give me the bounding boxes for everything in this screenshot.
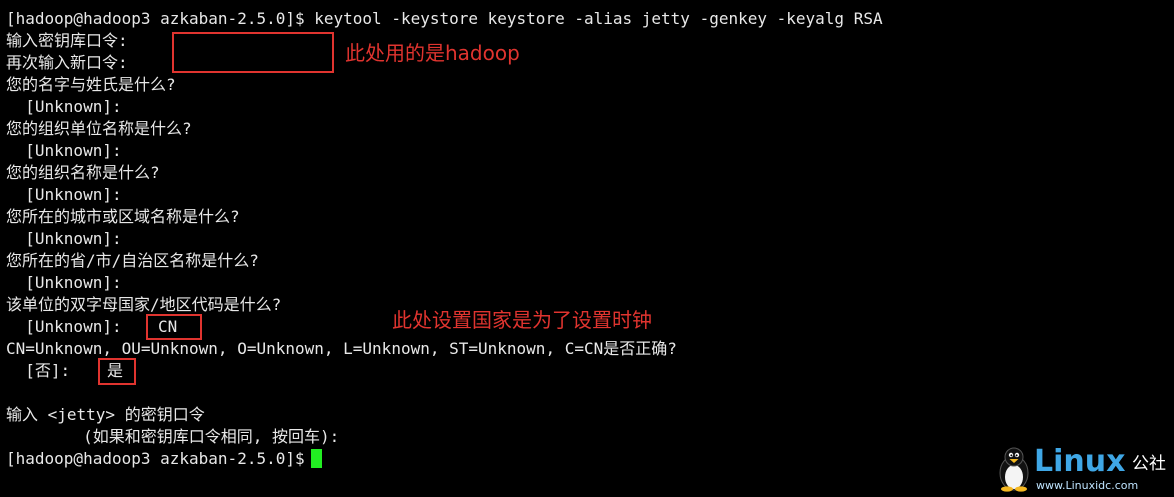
- country-annotation: 此处设置国家是为了设置时钟: [392, 308, 652, 332]
- terminal-line-province-prompt: 您所在的省/市/自治区名称是什么?: [6, 251, 259, 270]
- watermark-suffix-text: 公社: [1132, 454, 1166, 474]
- password-annotation: 此处用的是hadoop: [345, 41, 520, 65]
- terminal-line-unknown: [Unknown]:: [6, 185, 122, 204]
- country-code-highlight-box: [146, 314, 202, 340]
- terminal-window[interactable]: [hadoop@hadoop3 azkaban-2.5.0]$ keytool …: [0, 0, 1174, 497]
- confirm-highlight-box: [98, 358, 136, 385]
- watermark-logo: Linux 公社 www.Linuxidc.com: [994, 446, 1170, 494]
- terminal-line-unknown: [Unknown]:: [6, 273, 122, 292]
- terminal-line-reenter-password: 再次输入新口令:: [6, 53, 128, 72]
- shell-prompt: [hadoop@hadoop3 azkaban-2.5.0]$: [6, 449, 305, 468]
- watermark-url: www.Linuxidc.com: [1036, 479, 1139, 492]
- terminal-line-prompt[interactable]: [hadoop@hadoop3 azkaban-2.5.0]$: [6, 448, 322, 470]
- terminal-line-keystore-password: 输入密钥库口令:: [6, 31, 128, 50]
- terminal-line-key-password: 输入 <jetty> 的密钥口令: [6, 405, 205, 424]
- terminal-line-confirm-default: [否]:: [6, 361, 71, 380]
- terminal-line-org-prompt: 您的组织名称是什么?: [6, 163, 160, 182]
- terminal-line-name-prompt: 您的名字与姓氏是什么?: [6, 75, 176, 94]
- watermark-linux-text: Linux: [1034, 444, 1126, 479]
- password-highlight-box: [172, 32, 334, 73]
- terminal-line-unknown: [Unknown]:: [6, 97, 122, 116]
- terminal-line-unknown: [Unknown]:: [6, 229, 122, 248]
- terminal-line-key-password-hint: (如果和密钥库口令相同, 按回车):: [6, 427, 340, 446]
- terminal-line-unknown-country: [Unknown]:: [6, 317, 122, 336]
- terminal-line-confirm-dn: CN=Unknown, OU=Unknown, O=Unknown, L=Unk…: [6, 339, 677, 358]
- terminal-line-country-prompt: 该单位的双字母国家/地区代码是什么?: [6, 295, 282, 314]
- terminal-line-command: [hadoop@hadoop3 azkaban-2.5.0]$ keytool …: [6, 9, 883, 28]
- terminal-line-unknown: [Unknown]:: [6, 141, 122, 160]
- tux-penguin-icon: [999, 447, 1029, 492]
- terminal-line-org-unit-prompt: 您的组织单位名称是什么?: [6, 119, 192, 138]
- terminal-line-city-prompt: 您所在的城市或区域名称是什么?: [6, 207, 240, 226]
- terminal-cursor: [310, 449, 322, 468]
